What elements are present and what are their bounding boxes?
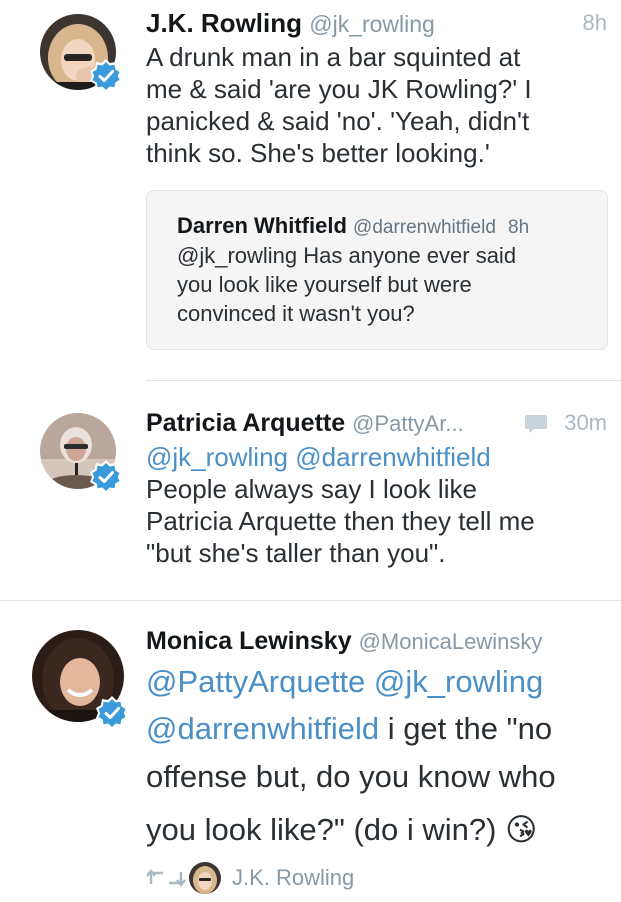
tweet-timestamp: 8h — [582, 10, 607, 35]
tweet-text-line: @darrenwhitfield i get the "no — [146, 705, 556, 752]
tweet-header: Monica Lewinsky @MonicaLewinsky — [146, 629, 542, 654]
retweeter-avatar — [189, 862, 221, 894]
tweet-header: J.K. Rowling @jk_rowling — [146, 10, 435, 36]
kiss-emoji-icon: 😘 — [505, 812, 538, 847]
quoted-tweet-text: @jk_rowling Has anyone ever said you loo… — [177, 241, 516, 328]
tweet-text-line: People always say I look like — [146, 474, 477, 504]
tweet-timestamp: 30m — [564, 410, 607, 435]
mentions-line[interactable]: @jk_rowling @darrenwhitfield — [146, 441, 535, 473]
quoted-tweet-card[interactable]: Darren Whitfield @darrenwhitfield 8h @jk… — [146, 190, 608, 350]
quoted-author-handle[interactable]: @darrenwhitfield — [353, 217, 496, 238]
tweet-text-line: offense but, do you know who — [146, 759, 556, 794]
speech-bubble-icon — [524, 413, 548, 440]
quoted-author-name[interactable]: Darren Whitfield — [177, 213, 347, 238]
author-handle[interactable]: @jk_rowling — [309, 11, 435, 37]
tweet-jk-rowling[interactable]: J.K. Rowling @jk_rowling 8h A drunk man … — [0, 0, 621, 380]
tweet-text-line: me & said 'are you JK Rowling?' I — [146, 74, 532, 104]
verified-badge-icon — [94, 695, 130, 731]
tweet-text-fragment: you look like?" (do i win?) — [146, 812, 497, 847]
quoted-text-line: @jk_rowling Has anyone ever said — [177, 243, 517, 268]
quoted-text-line: you look like yourself but were — [177, 272, 472, 297]
tweet-text-line: panicked & said 'no'. 'Yeah, didn't — [146, 106, 530, 136]
retweeter-name[interactable]: J.K. Rowling — [232, 867, 354, 889]
tweet-text-line: "but she's taller than you". — [146, 538, 446, 568]
author-name[interactable]: Monica Lewinsky — [146, 627, 352, 655]
quoted-text-line: convinced it wasn't you? — [177, 301, 415, 326]
quoted-tweet-timestamp: 8h — [508, 217, 530, 238]
tweet-header: Patricia Arquette @PattyAr... — [146, 411, 464, 436]
tweet-text-line: think so. She's better looking.' — [146, 138, 490, 168]
mentions-line[interactable]: @PattyArquette @jk_rowling — [146, 658, 556, 705]
tweet-patricia-arquette[interactable]: Patricia Arquette @PattyAr... 30m @jk_ro… — [0, 381, 621, 600]
tweet-text-line: you look like?" (do i win?) 😘 — [146, 802, 556, 858]
author-handle[interactable]: @PattyAr... — [352, 411, 464, 436]
tweet-text: @PattyArquette @jk_rowling @darrenwhitfi… — [146, 658, 556, 858]
tweet-text-fragment: i get the "no — [379, 711, 553, 746]
retweet-icon — [146, 868, 186, 893]
tweet-monica-lewinsky[interactable]: Monica Lewinsky @MonicaLewinsky @PattyAr… — [0, 601, 621, 902]
tweet-text-line: A drunk man in a bar squinted at — [146, 42, 521, 72]
tweet-text: A drunk man in a bar squinted at me & sa… — [146, 41, 532, 169]
verified-badge-icon — [88, 58, 124, 94]
mention-link[interactable]: @darrenwhitfield — [146, 711, 379, 746]
quoted-tweet-header: Darren Whitfield @darrenwhitfield 8h — [177, 213, 530, 238]
author-name[interactable]: Patricia Arquette — [146, 409, 345, 437]
author-name[interactable]: J.K. Rowling — [146, 8, 302, 38]
tweet-text: @jk_rowling @darrenwhitfield People alwa… — [146, 441, 535, 569]
author-handle[interactable]: @MonicaLewinsky — [359, 629, 543, 654]
verified-badge-icon — [88, 459, 124, 495]
tweet-text-line: Patricia Arquette then they tell me — [146, 506, 535, 536]
